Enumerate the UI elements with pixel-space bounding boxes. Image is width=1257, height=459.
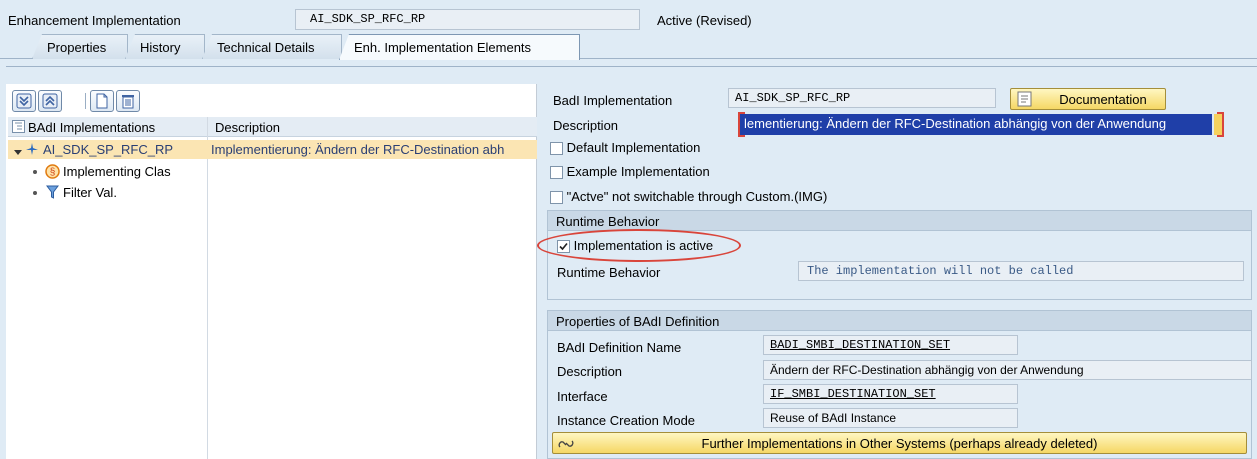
status-text: Active (Revised)	[657, 13, 752, 28]
filter-icon	[46, 185, 59, 202]
tree-col-badi-implementations[interactable]: BAdI Implementations	[28, 120, 155, 135]
tree-item-root-description: Implementierung: Ändern der RFC-Destinat…	[211, 142, 505, 157]
focus-bracket-right	[1217, 112, 1224, 137]
tab-label: History	[140, 40, 181, 55]
focus-bracket-left	[738, 112, 745, 137]
new-document-icon	[96, 93, 108, 109]
tree-column-divider	[207, 117, 208, 459]
tree-item-implementing-class[interactable]: Implementing Clas	[63, 164, 205, 179]
tab-label: Technical Details	[217, 40, 315, 55]
svg-text:§: §	[50, 167, 56, 178]
enhancement-implementation-field[interactable]: AI_SDK_SP_RFC_RP	[295, 9, 640, 30]
badi-implementation-label: BadI Implementation	[553, 93, 673, 108]
example-implementation-checkbox[interactable]: Example Implementation	[550, 164, 710, 180]
badi-description-label: Description	[557, 364, 623, 379]
badi-implementation-field[interactable]: AI_SDK_SP_RFC_RP	[728, 88, 996, 108]
tree-bullet	[33, 191, 37, 195]
default-implementation-label: Default Implementation	[566, 140, 701, 155]
not-switchable-label: "Actve" not switchable through Custom.(I…	[566, 189, 828, 204]
badi-implementation-icon	[25, 142, 39, 159]
tree-item-root-label[interactable]: AI_SDK_SP_RFC_RP	[43, 142, 203, 157]
further-implementations-button[interactable]: Further Implementations in Other Systems…	[552, 432, 1247, 454]
annotation-circle	[537, 229, 741, 262]
documentation-button-label: Documentation	[1059, 91, 1147, 107]
interface-field[interactable]: IF_SMBI_DESTINATION_SET	[763, 384, 1018, 404]
checkbox-box[interactable]	[550, 142, 563, 156]
expand-all-icon	[16, 93, 32, 109]
tab-enh-implementation-elements[interactable]: Enh. Implementation Elements	[339, 34, 580, 60]
documentation-icon	[1017, 91, 1032, 107]
tab-history[interactable]: History	[125, 34, 205, 59]
expanded-arrow-icon[interactable]	[14, 145, 22, 160]
checkbox-box[interactable]	[550, 166, 563, 180]
badi-description-field[interactable]: Ändern der RFC-Destination abhängig von …	[763, 360, 1252, 380]
description-field[interactable]: lementierung: Ändern der RFC-Destination…	[740, 114, 1212, 135]
link-icon	[558, 440, 574, 448]
runtime-behavior-title: Runtime Behavior	[547, 210, 1252, 231]
tab-technical-details[interactable]: Technical Details	[202, 34, 342, 59]
description-label: Description	[553, 118, 619, 133]
badi-definition-title: Properties of BAdI Definition	[547, 310, 1252, 331]
tab-bar: Properties History Technical Details Enh…	[0, 34, 1257, 60]
expand-all-button[interactable]	[12, 90, 36, 112]
tree-col-description[interactable]: Description	[215, 120, 280, 135]
not-switchable-checkbox[interactable]: "Actve" not switchable through Custom.(I…	[550, 189, 828, 205]
collapse-all-button[interactable]	[38, 90, 62, 112]
documentation-button[interactable]: Documentation	[1010, 88, 1166, 110]
toolbar-separator	[85, 93, 86, 109]
create-button[interactable]	[90, 90, 114, 112]
collapse-all-icon	[42, 93, 58, 109]
enhancement-implementation-label: Enhancement Implementation	[8, 13, 181, 28]
badi-definition-name-label: BAdI Definition Name	[557, 340, 682, 355]
delete-button[interactable]	[116, 90, 140, 112]
instance-creation-mode-label: Instance Creation Mode	[557, 413, 696, 428]
interface-label: Interface	[557, 389, 608, 404]
implementing-class-icon: §	[45, 164, 60, 182]
example-implementation-label: Example Implementation	[566, 164, 710, 179]
further-implementations-label: Further Implementations in Other Systems…	[701, 435, 1098, 451]
tab-properties[interactable]: Properties	[32, 34, 128, 59]
runtime-behavior-label: Runtime Behavior	[557, 265, 661, 280]
tab-label: Enh. Implementation Elements	[354, 40, 532, 55]
default-implementation-checkbox[interactable]: Default Implementation	[550, 140, 701, 156]
tree-header-icon	[12, 120, 25, 136]
badi-definition-name-field[interactable]: BADI_SMBI_DESTINATION_SET	[763, 335, 1018, 355]
trash-icon	[122, 95, 134, 109]
runtime-behavior-field[interactable]: The implementation will not be called	[798, 261, 1244, 281]
tree-item-filter-val[interactable]: Filter Val.	[63, 185, 117, 200]
tab-label: Properties	[47, 40, 107, 55]
instance-creation-mode-field[interactable]: Reuse of BAdI Instance	[763, 408, 1018, 428]
tree-bullet	[33, 170, 37, 174]
checkbox-box[interactable]	[550, 191, 563, 205]
